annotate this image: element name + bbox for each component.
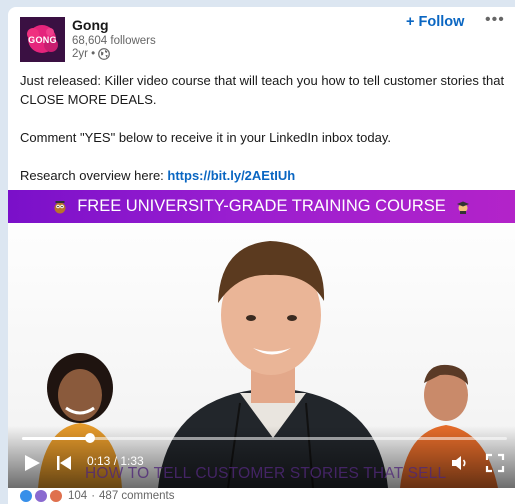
post-card: GONG Gong 68,604 followers 2yr • + Follo… [8,7,515,504]
progress-scrubber[interactable] [84,433,95,443]
skip-back-icon[interactable] [55,453,73,473]
reaction-count[interactable]: 104 [68,490,87,502]
comment-count[interactable]: 487 comments [99,490,174,502]
more-options-button[interactable]: ••• [485,11,505,29]
social-counts[interactable]: 104 · 487 comments [20,490,174,502]
post-line-research: Research overview here: https://bit.ly/2… [20,166,508,185]
volume-icon[interactable] [450,453,470,473]
owl-icon [54,200,66,213]
video-caption: HOW TO TELL CUSTOMER STORIES THAT SELL [85,465,447,482]
like-reaction-icon [20,490,32,502]
post-line-release: Just released: Killer video course that … [20,73,505,107]
post-timestamp: 2yr • [72,48,111,60]
graduate-icon [456,201,469,214]
banner-text: FREE UNIVERSITY-GRADE TRAINING COURSE [77,197,446,215]
follower-count: 68,604 followers [72,35,156,47]
follow-button[interactable]: + Follow [406,14,464,30]
celebrate-reaction-icon [35,490,47,502]
progress-bar[interactable] [22,433,507,443]
video-controls: 0:13 / 1:33 HOW TO TELL CUSTOMER STORIES… [8,426,515,488]
love-reaction-icon [50,490,62,502]
logo-text: GONG [28,34,57,45]
research-link[interactable]: https://bit.ly/2AEtIUh [167,168,295,183]
globe-icon [98,48,111,60]
research-prefix: Research overview here: [20,168,168,183]
company-logo[interactable]: GONG [20,17,65,62]
author-name[interactable]: Gong [72,17,109,33]
play-icon[interactable] [22,453,42,473]
post-age: 2yr • [72,48,96,60]
post-body: Just released: Killer video course that … [20,71,508,185]
video-player[interactable]: FREE UNIVERSITY-GRADE TRAINING COURSE 0:… [8,190,515,488]
progress-fill [22,437,90,440]
post-line-comment: Comment "YES" below to receive it in you… [20,130,392,145]
video-banner: FREE UNIVERSITY-GRADE TRAINING COURSE [8,190,515,223]
fullscreen-icon[interactable] [485,453,505,473]
separator: · [91,490,96,502]
